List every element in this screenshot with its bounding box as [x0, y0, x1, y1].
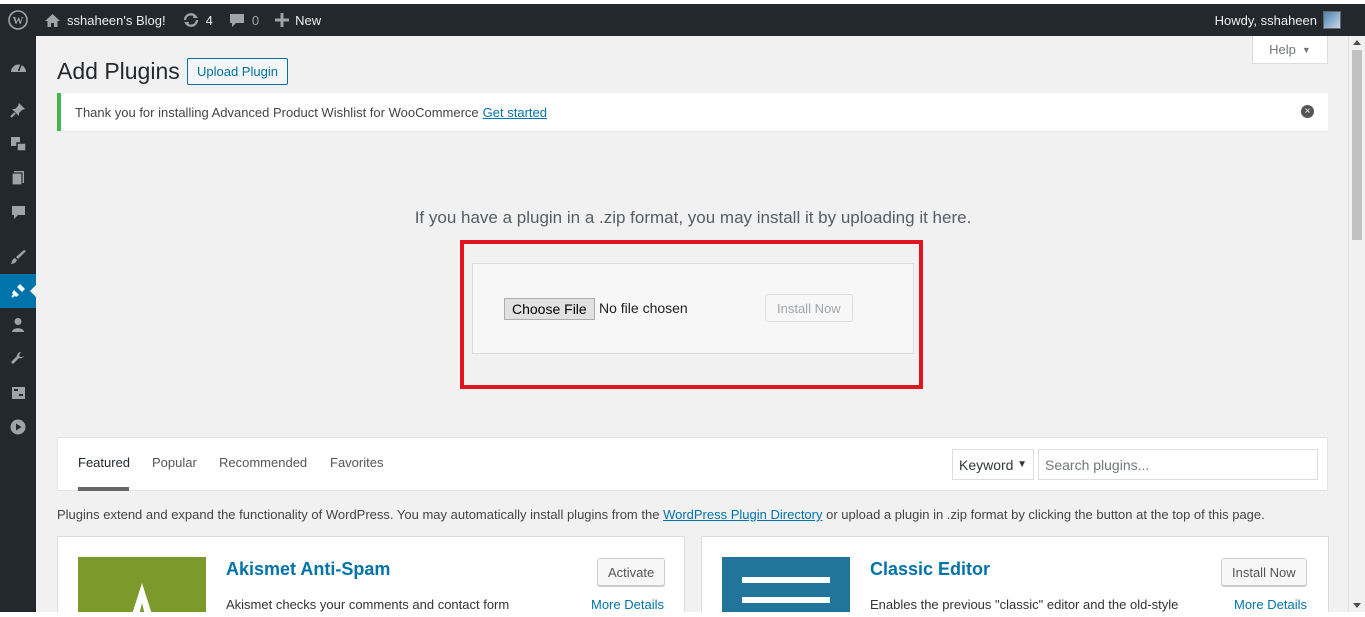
howdy-text: Howdy, sshaheen — [1214, 12, 1317, 28]
dashboard-icon[interactable] — [0, 49, 36, 83]
search-type-select[interactable]: Keyword ▼ — [952, 449, 1034, 480]
dismiss-icon[interactable]: × — [1301, 105, 1314, 118]
tab-featured[interactable]: Featured — [78, 455, 130, 470]
help-label: Help — [1269, 42, 1296, 57]
search-type-value: Keyword — [959, 456, 1014, 473]
classic-editor-logo-icon[interactable] — [722, 557, 850, 615]
plugin-directory-link[interactable]: WordPress Plugin Directory — [663, 507, 822, 522]
svg-text:W: W — [13, 15, 24, 27]
users-icon[interactable] — [0, 308, 36, 342]
media-icon[interactable] — [0, 127, 36, 161]
tab-popular[interactable]: Popular — [152, 455, 197, 470]
scroll-up-icon[interactable] — [1353, 40, 1361, 45]
no-file-chosen-text: No file chosen — [599, 300, 688, 316]
upload-plugin-button[interactable]: Upload Plugin — [187, 58, 288, 85]
site-name-link[interactable]: sshaheen's Blog! — [36, 4, 174, 36]
comment-icon — [229, 13, 244, 27]
description-text-start: Plugins extend and expand the functional… — [57, 507, 664, 522]
home-icon — [45, 13, 60, 27]
bottom-edge — [0, 612, 1365, 617]
tab-recommended[interactable]: Recommended — [219, 455, 307, 470]
plugins-description: Plugins extend and expand the functional… — [57, 507, 1265, 522]
wordpress-logo-icon[interactable]: W — [0, 4, 36, 36]
tab-favorites[interactable]: Favorites — [330, 455, 383, 470]
more-details-link[interactable]: More Details — [591, 597, 664, 612]
new-content-link[interactable]: New — [267, 4, 329, 36]
page-title: Add Plugins — [57, 58, 180, 84]
choose-file-button[interactable]: Choose File — [504, 298, 595, 320]
plugin-description: Akismet checks your comments and contact… — [226, 597, 510, 612]
new-label: New — [295, 12, 322, 28]
settings-icon[interactable] — [0, 376, 36, 410]
tools-wrench-icon[interactable] — [0, 342, 36, 376]
plugin-description: Enables the previous "classic" editor an… — [870, 597, 1179, 612]
plugin-card-akismet: Akismet Anti-Spam Akismet checks your co… — [57, 536, 685, 616]
active-tab-indicator — [78, 487, 129, 491]
comments-count: 0 — [251, 12, 260, 28]
admin-bar: W sshaheen's Blog! 4 0 New Howdy, sshahe… — [0, 4, 1365, 36]
plus-icon — [275, 13, 290, 27]
more-details-link[interactable]: More Details — [1234, 597, 1307, 612]
scroll-down-icon[interactable] — [1353, 603, 1361, 608]
get-started-link[interactable]: Get started — [483, 105, 547, 120]
caret-down-icon: ▼ — [1301, 44, 1311, 55]
search-plugins-input[interactable] — [1038, 449, 1318, 480]
install-now-button[interactable]: Install Now — [765, 294, 853, 322]
upload-instructions: If you have a plugin in a .zip format, y… — [414, 208, 972, 227]
description-text-end: or upload a plugin in .zip format by cli… — [822, 507, 1265, 522]
plugin-title[interactable]: Classic Editor — [870, 559, 990, 580]
my-account-link[interactable]: Howdy, sshaheen — [1207, 4, 1365, 36]
plugin-title[interactable]: Akismet Anti-Spam — [226, 559, 390, 580]
updates-link[interactable]: 4 — [174, 4, 221, 36]
select-caret-icon: ▼ — [1017, 459, 1027, 470]
site-name: sshaheen's Blog! — [67, 12, 166, 28]
page-scrollbar[interactable] — [1348, 36, 1365, 612]
updates-icon — [183, 13, 198, 27]
play-circle-icon[interactable] — [0, 410, 36, 444]
appearance-brush-icon[interactable] — [0, 240, 36, 274]
plugin-filter-bar: Featured Popular Recommended Favorites K… — [57, 437, 1328, 491]
activate-button[interactable]: Activate — [597, 558, 666, 586]
comments-link[interactable]: 0 — [221, 4, 267, 36]
plugin-card-classic-editor: Classic Editor Enables the previous "cla… — [701, 536, 1329, 616]
pages-icon[interactable] — [0, 161, 36, 195]
posts-pin-icon[interactable] — [0, 93, 36, 127]
akismet-logo-icon[interactable] — [78, 557, 206, 615]
install-now-button[interactable]: Install Now — [1221, 558, 1307, 586]
plugins-icon[interactable] — [0, 274, 36, 308]
avatar — [1323, 11, 1341, 29]
notice-text: Thank you for installing Advanced Produc… — [75, 104, 479, 120]
success-notice: Thank you for installing Advanced Produc… — [57, 93, 1328, 131]
admin-menu — [0, 36, 36, 617]
help-tab[interactable]: Help ▼ — [1252, 36, 1328, 64]
updates-count: 4 — [205, 12, 213, 28]
scroll-thumb[interactable] — [1352, 50, 1362, 240]
